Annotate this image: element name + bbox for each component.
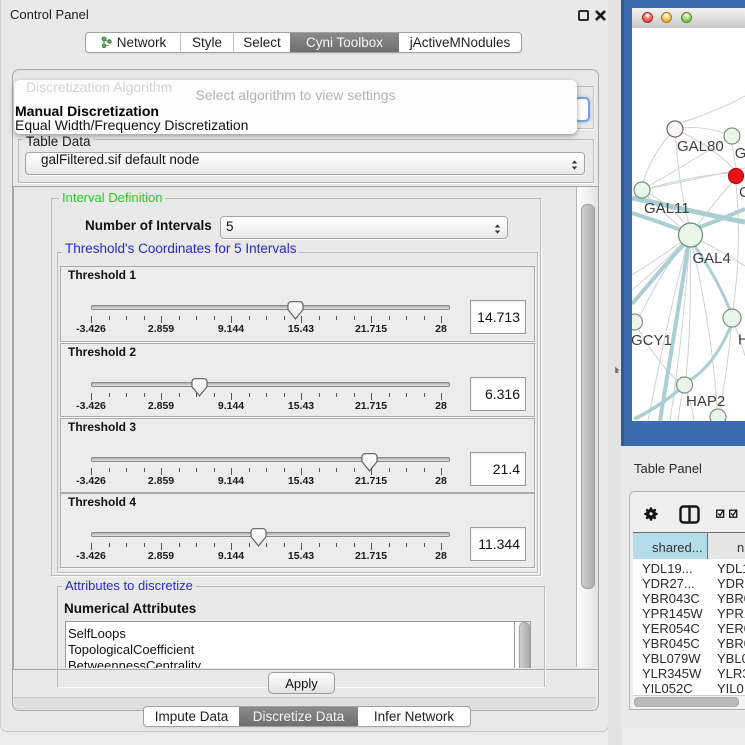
svg-text:HAP2: HAP2 bbox=[686, 393, 725, 410]
svg-text:GAL11: GAL11 bbox=[644, 200, 690, 217]
svg-text:GCY1: GCY1 bbox=[632, 332, 672, 349]
svg-text:GAL4: GAL4 bbox=[693, 250, 731, 267]
svg-text:GAL80: GAL80 bbox=[677, 138, 724, 155]
svg-text:GA: GA bbox=[735, 145, 745, 162]
svg-text:H: H bbox=[738, 332, 745, 349]
svg-text:C: C bbox=[739, 184, 745, 201]
